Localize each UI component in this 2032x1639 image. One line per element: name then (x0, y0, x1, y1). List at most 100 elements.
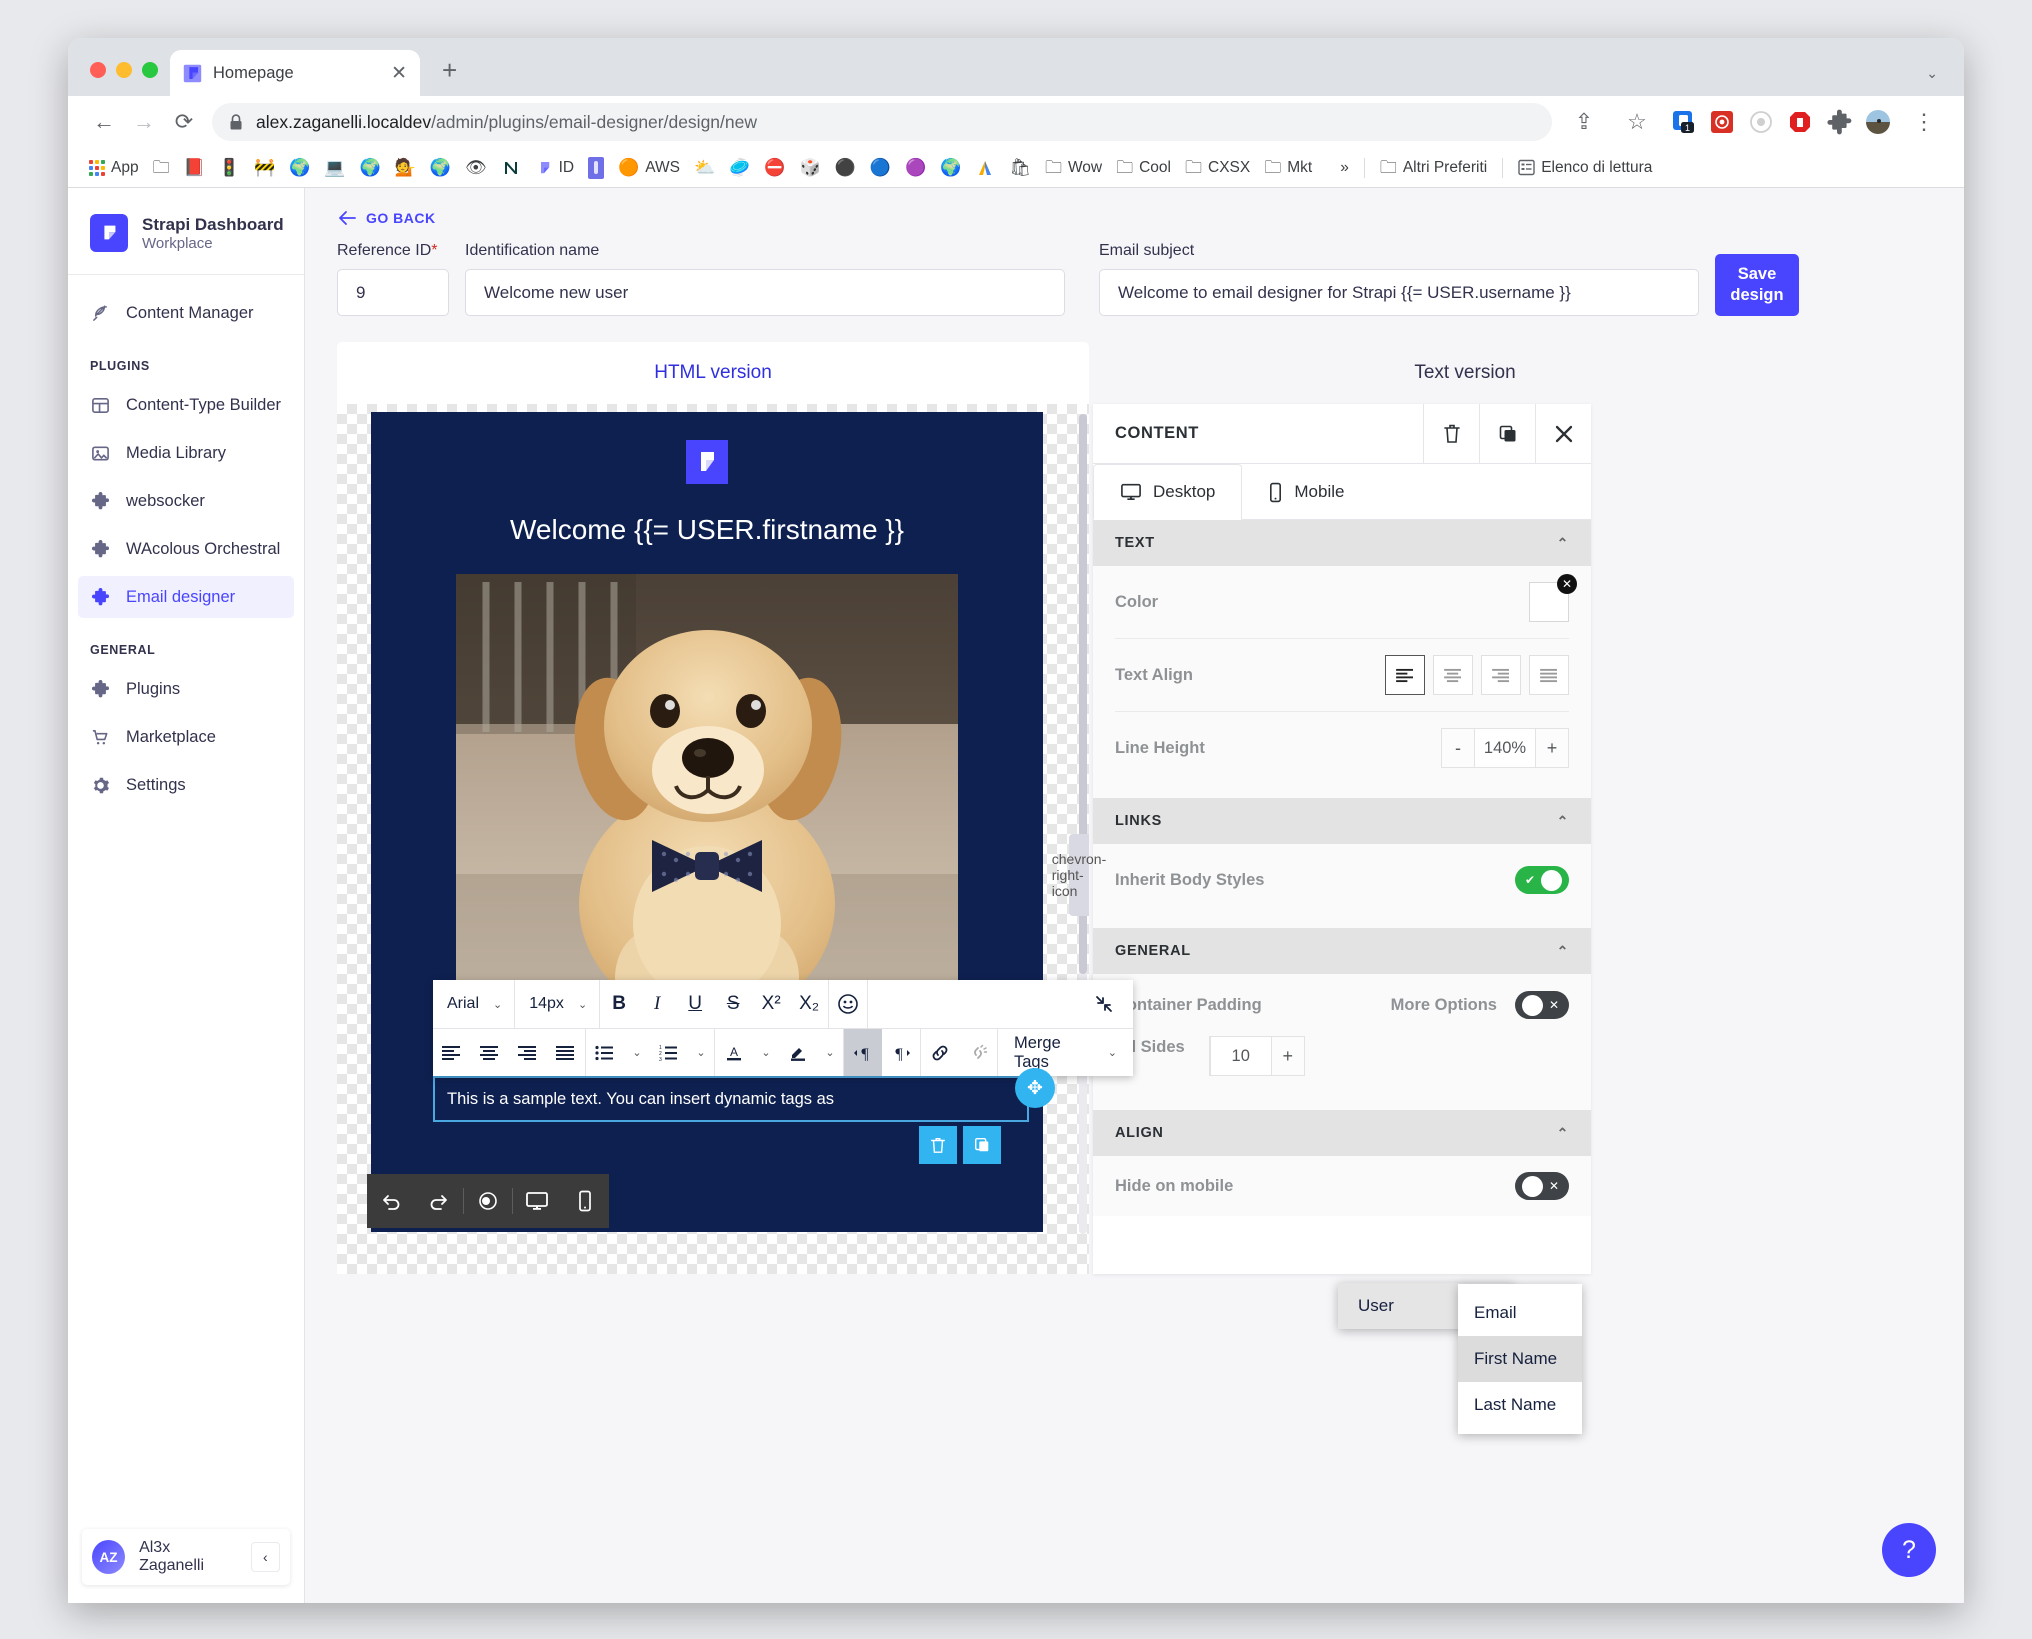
bookmark-ellipse[interactable]: 🥏 (722, 153, 757, 183)
bookmark-reading-list[interactable]: Elenco di lettura (1511, 153, 1659, 183)
bookmark-person[interactable]: 💁 (388, 153, 423, 183)
strikethrough-button[interactable]: S (714, 981, 752, 1028)
browser-menu-icon[interactable]: ⋮ (1904, 109, 1944, 135)
bookmark-blue-tag[interactable] (581, 153, 611, 183)
help-button[interactable]: ? (1882, 1523, 1936, 1577)
bookmark-app[interactable]: App (82, 153, 146, 183)
window-traffic-lights[interactable] (68, 62, 158, 96)
redo-icon[interactable] (415, 1174, 463, 1228)
bookmark-folder[interactable]: 🗀 (146, 153, 177, 183)
forward-button[interactable]: → (124, 109, 164, 135)
duplicate-block-button[interactable] (963, 1126, 1001, 1164)
desktop-icon[interactable] (513, 1174, 561, 1228)
merge-tag-email[interactable]: Email (1458, 1290, 1582, 1336)
font-size-select[interactable]: 14px ⌄ (515, 980, 601, 1028)
subscript-button[interactable]: X₂ (790, 981, 828, 1028)
underline-button[interactable]: U (676, 981, 714, 1028)
bookmark-globe-2[interactable]: 🌍 (352, 153, 387, 183)
text-color-swatch[interactable]: ✕ (1529, 574, 1577, 622)
italic-button[interactable]: I (638, 981, 676, 1028)
go-back-link[interactable]: GO BACK (337, 188, 1932, 226)
font-color-chevron-icon[interactable]: ⌄ (753, 1029, 779, 1076)
superscript-button[interactable]: X² (752, 981, 790, 1028)
bookmark-eye[interactable]: 👁 (458, 153, 494, 183)
bookmark-cube[interactable]: 🎲 (792, 153, 827, 183)
bullet-list-chevron-icon[interactable]: ⌄ (624, 1029, 650, 1076)
bookmark-construction[interactable]: 🚧 (247, 153, 282, 183)
align-right-button[interactable] (1481, 655, 1521, 695)
sidebar-item-media-library[interactable]: Media Library (78, 432, 294, 474)
bookmark-notion[interactable] (494, 153, 528, 183)
extension-adblock-icon[interactable] (1787, 109, 1813, 135)
section-header-links[interactable]: LINKS ⌃ (1093, 798, 1591, 844)
more-options-toggle[interactable]: ✕ (1515, 991, 1569, 1019)
close-icon[interactable]: ✕ (391, 64, 407, 83)
chevron-down-icon[interactable]: ⌄ (1926, 65, 1938, 82)
bookmark-star-icon[interactable]: ☆ (1617, 109, 1657, 135)
close-window-button[interactable] (90, 62, 106, 78)
bookmarks-overflow-button[interactable]: » (1333, 153, 1356, 183)
extension-red-icon[interactable] (1709, 109, 1735, 135)
line-height-stepper[interactable]: - 140% + (1441, 728, 1569, 768)
bookmark-cool[interactable]: 🗀 Cool (1109, 153, 1178, 183)
highlight-pen-icon[interactable] (779, 1029, 817, 1076)
user-chip[interactable]: AZ Al3x Zaganelli ‹ (82, 1529, 290, 1585)
align-justify-button[interactable] (1529, 655, 1569, 695)
bookmark-globe-3[interactable]: 🌍 (423, 153, 458, 183)
bookmark-traffic-light[interactable]: 🚦 (212, 153, 247, 183)
clear-color-icon[interactable]: ✕ (1557, 574, 1577, 594)
decrement-button[interactable]: - (1442, 729, 1474, 767)
hide-on-mobile-toggle[interactable]: ✕ (1515, 1172, 1569, 1200)
rtl-icon[interactable]: ¶ (882, 1029, 920, 1076)
bookmark-shopping-bag[interactable]: 🛍 (1002, 153, 1038, 183)
tab-mobile[interactable]: Mobile (1242, 464, 1370, 520)
emoji-icon[interactable] (829, 981, 867, 1028)
bookmark-magenta[interactable]: 🟣 (898, 153, 933, 183)
tab-text-version[interactable]: Text version (1089, 342, 1841, 404)
email-image[interactable] (456, 574, 958, 1026)
all-sides-stepper[interactable]: 10 + (1208, 1036, 1305, 1076)
merge-tag-first-name[interactable]: First Name (1458, 1336, 1582, 1382)
identification-name-input[interactable]: Welcome new user (465, 269, 1065, 316)
bookmark-globe-4[interactable]: 🌍 (933, 153, 968, 183)
brand-header[interactable]: Strapi Dashboard Workplace (68, 188, 304, 276)
link-icon[interactable] (921, 1029, 959, 1076)
bookmark-other-bookmarks[interactable]: 🗀 Altri Preferiti (1373, 153, 1494, 183)
merge-tags-dropdown[interactable]: Merge Tags ⌄ (998, 1029, 1133, 1076)
collapse-toolbar-icon[interactable] (1085, 980, 1123, 1027)
sidebar-item-plugins[interactable]: Plugins (78, 668, 294, 710)
reference-id-input[interactable]: 9 (337, 269, 449, 316)
align-justify-icon[interactable] (547, 1029, 585, 1076)
highlight-chevron-icon[interactable]: ⌄ (817, 1029, 843, 1076)
maximize-window-button[interactable] (142, 62, 158, 78)
close-icon[interactable] (1535, 403, 1591, 464)
section-header-text[interactable]: TEXT ⌃ (1093, 520, 1591, 566)
numbered-list-icon[interactable]: 123 (650, 1029, 688, 1076)
bookmark-red-circle[interactable]: ⛔ (757, 153, 792, 183)
email-canvas[interactable]: Welcome {{= USER.firstname }} This is a … (337, 404, 1133, 1274)
ltr-icon[interactable]: ¶ (844, 1029, 882, 1076)
tab-desktop[interactable]: Desktop (1093, 464, 1243, 520)
align-left-icon[interactable] (433, 1029, 471, 1076)
minimize-window-button[interactable] (116, 62, 132, 78)
extension-target-icon[interactable] (1748, 109, 1774, 135)
sidebar-item-wacolous-orchestral[interactable]: WAcolous Orchestral (78, 528, 294, 570)
email-subject-input[interactable]: Welcome to email designer for Strapi {{=… (1099, 269, 1699, 316)
unlink-icon[interactable] (959, 1029, 997, 1076)
sidebar-item-marketplace[interactable]: Marketplace (78, 716, 294, 758)
sidebar-item-settings[interactable]: Settings (78, 764, 294, 806)
section-header-align[interactable]: ALIGN ⌃ (1093, 1110, 1591, 1156)
browser-tab[interactable]: Homepage ✕ (170, 50, 420, 96)
extension-notes-icon[interactable]: 1 (1670, 109, 1696, 135)
url-bar[interactable]: alex.zaganelli.localdev/admin/plugins/em… (212, 103, 1552, 141)
delete-content-button[interactable] (1423, 403, 1479, 464)
bookmark-red-book[interactable]: 📕 (177, 153, 212, 183)
save-design-button[interactable]: Save design (1715, 254, 1799, 316)
avatar[interactable] (1865, 109, 1891, 135)
bookmark-cxsx[interactable]: 🗀 CXSX (1178, 153, 1257, 183)
tab-html-version[interactable]: HTML version (337, 342, 1089, 404)
font-family-select[interactable]: Arial ⌄ (433, 980, 516, 1028)
email-heading[interactable]: Welcome {{= USER.firstname }} (371, 514, 1043, 546)
sidebar-item-websocker[interactable]: websocker (78, 480, 294, 522)
sidebar-item-email-designer[interactable]: Email designer (78, 576, 294, 619)
